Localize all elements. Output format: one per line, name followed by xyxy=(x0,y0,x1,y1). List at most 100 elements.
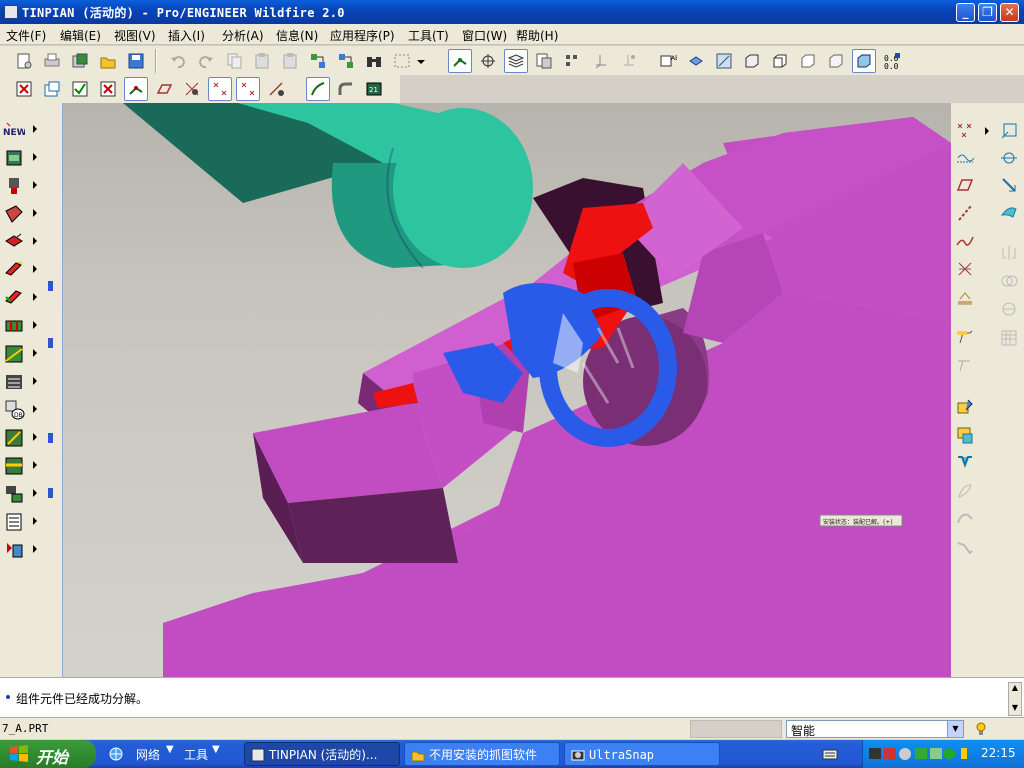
intersect-button[interactable] xyxy=(999,299,1019,322)
annotation-group-button[interactable] xyxy=(955,355,975,378)
orient-button[interactable] xyxy=(684,49,708,73)
submenu-arrow[interactable] xyxy=(33,349,37,357)
menu-analysis[interactable]: 分析(A) xyxy=(222,27,264,44)
point-tag-toggle[interactable] xyxy=(236,77,260,101)
datum-curve-button[interactable] xyxy=(955,148,975,171)
blend-button[interactable] xyxy=(3,427,25,449)
model-view[interactable]: 安装状态：装配已解。(+) xyxy=(63,103,951,677)
splitter-bar[interactable] xyxy=(46,103,63,677)
minimize-button[interactable]: _ xyxy=(956,3,975,22)
datum-csys-button[interactable] xyxy=(588,49,612,73)
undo-button[interactable] xyxy=(166,49,190,73)
submenu-arrow[interactable] xyxy=(33,237,37,245)
submenu-arrow[interactable] xyxy=(33,377,37,385)
rib-button[interactable] xyxy=(3,315,25,337)
quicklaunch-network[interactable] xyxy=(108,746,124,765)
splitter-marker[interactable] xyxy=(48,488,53,498)
annotation-feature-button[interactable] xyxy=(955,327,975,350)
menu-help[interactable]: 帮助(H) xyxy=(516,27,558,44)
paste-special-button[interactable] xyxy=(278,49,302,73)
close-button[interactable]: ✕ xyxy=(1000,3,1019,22)
new-feature-button[interactable]: NEW xyxy=(3,119,27,141)
selection-dropdown-button[interactable] xyxy=(414,49,428,73)
datum-point-tool-button[interactable] xyxy=(180,77,204,101)
start-button[interactable]: 开始 xyxy=(0,740,96,768)
datum-axis-tool-button[interactable] xyxy=(955,203,975,226)
submenu-arrow[interactable] xyxy=(985,127,989,135)
keyboard-icon-button[interactable] xyxy=(822,746,838,765)
datum-display-button[interactable] xyxy=(616,49,640,73)
layout-button[interactable] xyxy=(3,511,25,533)
datum-axes-toggle[interactable] xyxy=(448,49,472,73)
save-button[interactable] xyxy=(124,49,148,73)
submenu-arrow[interactable] xyxy=(33,153,37,161)
feature-ops-button[interactable] xyxy=(3,539,25,561)
variable-sweep-button[interactable] xyxy=(3,455,25,477)
hidden-wire-button[interactable] xyxy=(824,49,848,73)
cosmetic-groove-button[interactable] xyxy=(955,453,975,476)
round-button[interactable] xyxy=(3,203,25,225)
regenerate-manager-button[interactable] xyxy=(334,49,358,73)
shade-toggle[interactable] xyxy=(852,49,876,73)
quicklaunch-tools-label[interactable]: 工具 xyxy=(184,746,208,763)
datum-points-button[interactable] xyxy=(560,49,584,73)
annotation-button[interactable]: AB xyxy=(656,49,680,73)
app-icon[interactable] xyxy=(4,5,18,19)
chevron-down-icon[interactable]: ▼ xyxy=(947,721,963,737)
menu-edit[interactable]: 编辑(E) xyxy=(60,27,101,44)
no-hidden-button[interactable] xyxy=(768,49,792,73)
print-button[interactable] xyxy=(40,49,64,73)
scroll-down-icon[interactable]: ▼ xyxy=(1009,703,1021,715)
point-display-toggle[interactable] xyxy=(208,77,232,101)
copy-button[interactable] xyxy=(222,49,246,73)
pipe-button[interactable] xyxy=(334,77,358,101)
sketch-button[interactable] xyxy=(264,77,288,101)
submenu-arrow[interactable] xyxy=(33,489,37,497)
open-button[interactable] xyxy=(96,49,120,73)
menu-insert[interactable]: 插入(I) xyxy=(168,27,205,44)
menu-view[interactable]: 视图(V) xyxy=(114,27,156,44)
task-ultrasnap[interactable]: UltraSnap xyxy=(564,742,720,766)
selection-filter-dropdown[interactable]: 智能 ▼ xyxy=(786,720,964,738)
title-bar[interactable]: TINPIAN (活动的) - Pro/ENGINEER Wildfire 2.… xyxy=(0,0,1024,24)
model-tree-button[interactable]: 21 xyxy=(362,77,386,101)
submenu-arrow[interactable] xyxy=(33,517,37,525)
splitter-marker[interactable] xyxy=(48,281,53,291)
datum-plane-button[interactable] xyxy=(152,77,176,101)
task-screenshot-folder[interactable]: 不用安装的抓图软件 xyxy=(404,742,560,766)
mirror-button[interactable] xyxy=(999,243,1019,266)
window-activate-button[interactable] xyxy=(40,77,64,101)
submenu-arrow[interactable] xyxy=(33,461,37,469)
scroll-up-icon[interactable]: ▲ xyxy=(1009,683,1021,695)
chamfer-button[interactable] xyxy=(3,231,25,253)
menu-file[interactable]: 文件(F) xyxy=(6,27,46,44)
cosmetic-thread-button[interactable] xyxy=(955,425,975,448)
shell-button[interactable] xyxy=(3,287,25,309)
datum-plane-tool-button[interactable] xyxy=(955,175,975,198)
database-button[interactable]: DB xyxy=(3,399,25,421)
draft-button[interactable] xyxy=(3,259,25,281)
chevron-down-icon[interactable]: ▼ xyxy=(166,744,174,755)
submenu-arrow[interactable] xyxy=(33,209,37,217)
splitter-marker[interactable] xyxy=(48,338,53,348)
submenu-arrow[interactable] xyxy=(33,545,37,553)
splitter-marker[interactable] xyxy=(48,433,53,443)
extend-button[interactable] xyxy=(999,175,1019,198)
submenu-arrow[interactable] xyxy=(33,433,37,441)
submenu-arrow[interactable] xyxy=(33,293,37,301)
submenu-arrow[interactable] xyxy=(33,181,37,189)
cancel-button[interactable] xyxy=(96,77,120,101)
quicklaunch-network-label[interactable]: 网络 xyxy=(136,746,160,763)
submenu-arrow[interactable] xyxy=(33,125,37,133)
task-proe[interactable]: TINPIAN (活动的)... xyxy=(244,742,400,766)
restore-button[interactable]: ❐ xyxy=(978,3,997,22)
surface-button[interactable] xyxy=(999,203,1019,226)
coordinate-display-button[interactable]: 0.0 0.0 xyxy=(880,49,904,73)
message-scrollbar[interactable]: ▲ ▼ xyxy=(1008,682,1022,716)
datum-csys-tool-button[interactable] xyxy=(955,259,975,282)
menu-info[interactable]: 信息(N) xyxy=(276,27,318,44)
search-tool-button[interactable] xyxy=(362,49,386,73)
wireframe-button[interactable] xyxy=(712,49,736,73)
submenu-arrow[interactable] xyxy=(33,321,37,329)
save-copy-button[interactable] xyxy=(68,49,92,73)
